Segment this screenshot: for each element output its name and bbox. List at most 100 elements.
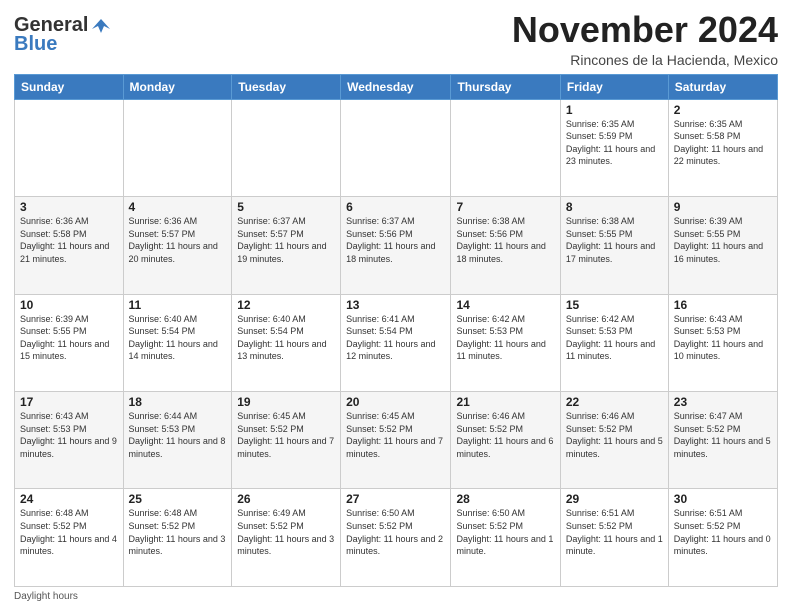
- day-info: Sunrise: 6:46 AM Sunset: 5:52 PM Dayligh…: [456, 410, 554, 460]
- calendar-cell: 26Sunrise: 6:49 AM Sunset: 5:52 PM Dayli…: [232, 489, 341, 587]
- calendar-cell: 7Sunrise: 6:38 AM Sunset: 5:56 PM Daylig…: [451, 197, 560, 294]
- day-info: Sunrise: 6:40 AM Sunset: 5:54 PM Dayligh…: [129, 313, 227, 363]
- calendar-cell: 23Sunrise: 6:47 AM Sunset: 5:52 PM Dayli…: [668, 392, 777, 489]
- day-info: Sunrise: 6:50 AM Sunset: 5:52 PM Dayligh…: [456, 507, 554, 557]
- day-info: Sunrise: 6:51 AM Sunset: 5:52 PM Dayligh…: [566, 507, 663, 557]
- day-info: Sunrise: 6:36 AM Sunset: 5:58 PM Dayligh…: [20, 215, 118, 265]
- day-number: 28: [456, 492, 554, 506]
- day-number: 1: [566, 103, 663, 117]
- day-number: 5: [237, 200, 335, 214]
- calendar-cell: 1Sunrise: 6:35 AM Sunset: 5:59 PM Daylig…: [560, 99, 668, 196]
- day-info: Sunrise: 6:36 AM Sunset: 5:57 PM Dayligh…: [129, 215, 227, 265]
- day-info: Sunrise: 6:43 AM Sunset: 5:53 PM Dayligh…: [20, 410, 118, 460]
- month-title: November 2024: [512, 10, 778, 50]
- day-number: 14: [456, 298, 554, 312]
- day-number: 30: [674, 492, 772, 506]
- calendar-cell: 13Sunrise: 6:41 AM Sunset: 5:54 PM Dayli…: [341, 294, 451, 391]
- calendar-cell: 10Sunrise: 6:39 AM Sunset: 5:55 PM Dayli…: [15, 294, 124, 391]
- logo-bird-icon: [90, 15, 112, 37]
- calendar-cell: 9Sunrise: 6:39 AM Sunset: 5:55 PM Daylig…: [668, 197, 777, 294]
- calendar-cell: 29Sunrise: 6:51 AM Sunset: 5:52 PM Dayli…: [560, 489, 668, 587]
- calendar-cell: 4Sunrise: 6:36 AM Sunset: 5:57 PM Daylig…: [123, 197, 232, 294]
- calendar-cell: 28Sunrise: 6:50 AM Sunset: 5:52 PM Dayli…: [451, 489, 560, 587]
- col-header-saturday: Saturday: [668, 74, 777, 99]
- day-number: 26: [237, 492, 335, 506]
- calendar-cell: 16Sunrise: 6:43 AM Sunset: 5:53 PM Dayli…: [668, 294, 777, 391]
- calendar-cell: 2Sunrise: 6:35 AM Sunset: 5:58 PM Daylig…: [668, 99, 777, 196]
- day-number: 4: [129, 200, 227, 214]
- calendar-cell: [451, 99, 560, 196]
- location: Rincones de la Hacienda, Mexico: [512, 52, 778, 68]
- day-info: Sunrise: 6:45 AM Sunset: 5:52 PM Dayligh…: [237, 410, 335, 460]
- header: General Blue November 2024 Rincones de l…: [14, 10, 778, 68]
- calendar-cell: 22Sunrise: 6:46 AM Sunset: 5:52 PM Dayli…: [560, 392, 668, 489]
- day-info: Sunrise: 6:39 AM Sunset: 5:55 PM Dayligh…: [20, 313, 118, 363]
- day-number: 15: [566, 298, 663, 312]
- col-header-wednesday: Wednesday: [341, 74, 451, 99]
- day-info: Sunrise: 6:42 AM Sunset: 5:53 PM Dayligh…: [456, 313, 554, 363]
- day-info: Sunrise: 6:47 AM Sunset: 5:52 PM Dayligh…: [674, 410, 772, 460]
- calendar-cell: 19Sunrise: 6:45 AM Sunset: 5:52 PM Dayli…: [232, 392, 341, 489]
- day-number: 23: [674, 395, 772, 409]
- calendar-cell: 11Sunrise: 6:40 AM Sunset: 5:54 PM Dayli…: [123, 294, 232, 391]
- day-number: 18: [129, 395, 227, 409]
- week-row-2: 3Sunrise: 6:36 AM Sunset: 5:58 PM Daylig…: [15, 197, 778, 294]
- day-number: 29: [566, 492, 663, 506]
- calendar-cell: 8Sunrise: 6:38 AM Sunset: 5:55 PM Daylig…: [560, 197, 668, 294]
- footer-label: Daylight hours: [14, 591, 78, 602]
- day-info: Sunrise: 6:44 AM Sunset: 5:53 PM Dayligh…: [129, 410, 227, 460]
- col-header-tuesday: Tuesday: [232, 74, 341, 99]
- calendar-cell: 18Sunrise: 6:44 AM Sunset: 5:53 PM Dayli…: [123, 392, 232, 489]
- day-number: 7: [456, 200, 554, 214]
- calendar-cell: 3Sunrise: 6:36 AM Sunset: 5:58 PM Daylig…: [15, 197, 124, 294]
- day-info: Sunrise: 6:39 AM Sunset: 5:55 PM Dayligh…: [674, 215, 772, 265]
- day-info: Sunrise: 6:38 AM Sunset: 5:56 PM Dayligh…: [456, 215, 554, 265]
- calendar-cell: 12Sunrise: 6:40 AM Sunset: 5:54 PM Dayli…: [232, 294, 341, 391]
- day-number: 16: [674, 298, 772, 312]
- day-info: Sunrise: 6:48 AM Sunset: 5:52 PM Dayligh…: [20, 507, 118, 557]
- day-number: 12: [237, 298, 335, 312]
- week-row-3: 10Sunrise: 6:39 AM Sunset: 5:55 PM Dayli…: [15, 294, 778, 391]
- calendar-cell: [232, 99, 341, 196]
- calendar-header-row: SundayMondayTuesdayWednesdayThursdayFrid…: [15, 74, 778, 99]
- day-info: Sunrise: 6:49 AM Sunset: 5:52 PM Dayligh…: [237, 507, 335, 557]
- calendar-cell: [15, 99, 124, 196]
- day-number: 24: [20, 492, 118, 506]
- day-info: Sunrise: 6:45 AM Sunset: 5:52 PM Dayligh…: [346, 410, 445, 460]
- calendar-cell: [341, 99, 451, 196]
- day-number: 11: [129, 298, 227, 312]
- calendar-cell: 24Sunrise: 6:48 AM Sunset: 5:52 PM Dayli…: [15, 489, 124, 587]
- day-number: 21: [456, 395, 554, 409]
- day-info: Sunrise: 6:41 AM Sunset: 5:54 PM Dayligh…: [346, 313, 445, 363]
- col-header-thursday: Thursday: [451, 74, 560, 99]
- week-row-5: 24Sunrise: 6:48 AM Sunset: 5:52 PM Dayli…: [15, 489, 778, 587]
- day-info: Sunrise: 6:35 AM Sunset: 5:58 PM Dayligh…: [674, 118, 772, 168]
- col-header-friday: Friday: [560, 74, 668, 99]
- day-number: 17: [20, 395, 118, 409]
- day-number: 3: [20, 200, 118, 214]
- title-block: November 2024 Rincones de la Hacienda, M…: [512, 10, 778, 68]
- calendar-cell: 20Sunrise: 6:45 AM Sunset: 5:52 PM Dayli…: [341, 392, 451, 489]
- calendar-cell: 17Sunrise: 6:43 AM Sunset: 5:53 PM Dayli…: [15, 392, 124, 489]
- day-number: 6: [346, 200, 445, 214]
- day-number: 19: [237, 395, 335, 409]
- day-number: 20: [346, 395, 445, 409]
- logo-blue-text: Blue: [14, 33, 57, 56]
- day-number: 22: [566, 395, 663, 409]
- day-info: Sunrise: 6:48 AM Sunset: 5:52 PM Dayligh…: [129, 507, 227, 557]
- calendar-cell: 14Sunrise: 6:42 AM Sunset: 5:53 PM Dayli…: [451, 294, 560, 391]
- calendar-cell: 6Sunrise: 6:37 AM Sunset: 5:56 PM Daylig…: [341, 197, 451, 294]
- calendar-cell: 21Sunrise: 6:46 AM Sunset: 5:52 PM Dayli…: [451, 392, 560, 489]
- week-row-4: 17Sunrise: 6:43 AM Sunset: 5:53 PM Dayli…: [15, 392, 778, 489]
- day-info: Sunrise: 6:43 AM Sunset: 5:53 PM Dayligh…: [674, 313, 772, 363]
- day-info: Sunrise: 6:37 AM Sunset: 5:56 PM Dayligh…: [346, 215, 445, 265]
- page: General Blue November 2024 Rincones de l…: [0, 0, 792, 612]
- day-number: 10: [20, 298, 118, 312]
- day-info: Sunrise: 6:40 AM Sunset: 5:54 PM Dayligh…: [237, 313, 335, 363]
- day-info: Sunrise: 6:37 AM Sunset: 5:57 PM Dayligh…: [237, 215, 335, 265]
- day-number: 9: [674, 200, 772, 214]
- calendar-cell: 30Sunrise: 6:51 AM Sunset: 5:52 PM Dayli…: [668, 489, 777, 587]
- logo: General Blue: [14, 14, 112, 56]
- day-number: 8: [566, 200, 663, 214]
- day-number: 25: [129, 492, 227, 506]
